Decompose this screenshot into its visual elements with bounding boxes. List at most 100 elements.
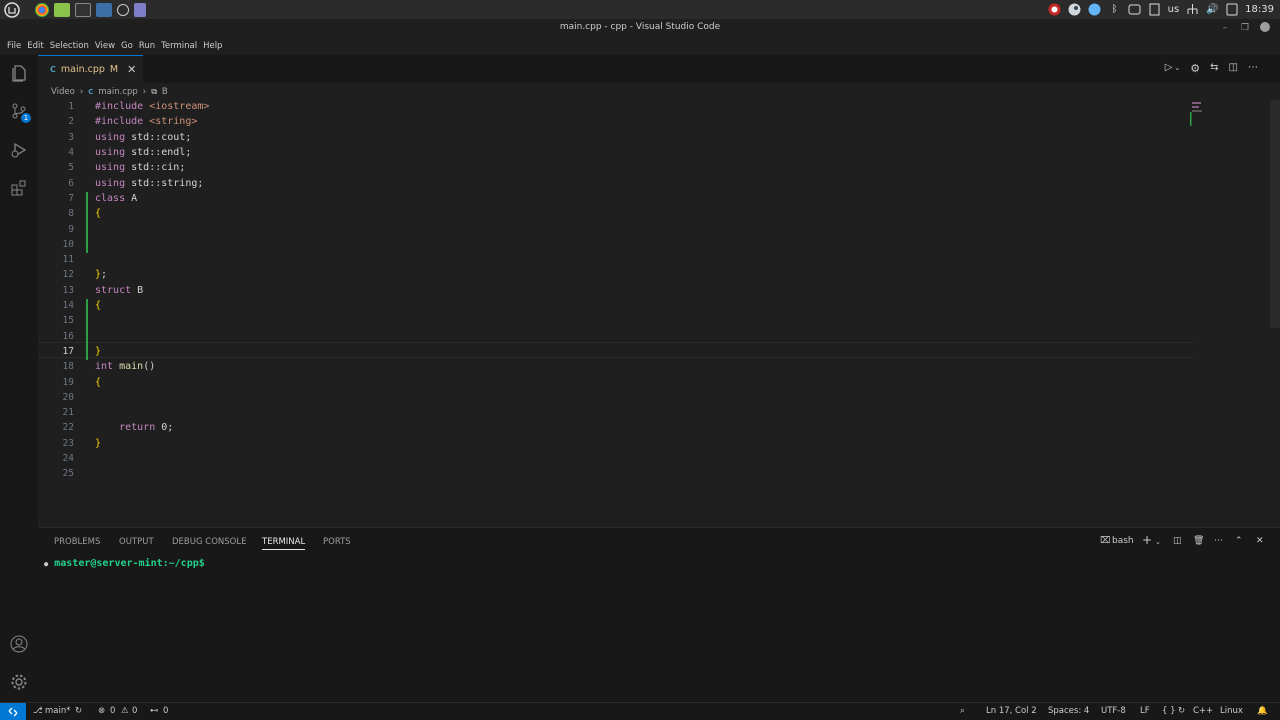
network-icon[interactable] — [1185, 3, 1199, 17]
chrome-icon[interactable] — [35, 2, 49, 17]
code-line[interactable]: 2 #include <string> — [38, 114, 1188, 129]
steam-icon[interactable] — [1068, 3, 1082, 17]
zoom-icon[interactable]: ⌕ — [960, 706, 965, 716]
terminal-output[interactable]: ● master@server-mint:~/cpp$ — [44, 558, 205, 569]
code-line[interactable]: 7 class A — [38, 191, 1188, 206]
terminal-app-icon[interactable] — [75, 2, 91, 17]
code-editor[interactable]: 1 #include <iostream> 2 #include <string> 3 u… — [38, 99, 1270, 525]
split-terminal-icon[interactable]: ◫ — [1173, 536, 1182, 546]
code-line[interactable]: 14 { — [38, 298, 1188, 313]
code-line[interactable]: 6 using std::string; — [38, 176, 1188, 191]
code-line[interactable]: 3 using std::cout; — [38, 130, 1188, 145]
tab-problems[interactable]: PROBLEMS — [54, 537, 100, 547]
kill-terminal-icon[interactable]: 🗑 — [1193, 536, 1204, 546]
cursor-position[interactable]: Ln 17, Col 2 — [986, 706, 1037, 716]
tab-ports[interactable]: PORTS — [323, 537, 351, 547]
end-of-line[interactable]: LF — [1140, 706, 1150, 716]
close-window-button[interactable] — [1258, 21, 1272, 35]
close-panel-icon[interactable]: ✕ — [1256, 536, 1264, 546]
update-icon[interactable] — [1088, 3, 1102, 17]
maximize-button[interactable]: ❐ — [1238, 21, 1252, 35]
menu-help[interactable]: Help — [200, 41, 225, 51]
menu-selection[interactable]: Selection — [47, 41, 92, 51]
encoding[interactable]: UTF-8 — [1101, 706, 1126, 716]
code-line[interactable]: 16 — [38, 329, 1188, 344]
warning-count[interactable]: 0 — [132, 706, 137, 716]
notification-icon[interactable] — [1225, 3, 1239, 17]
settings-gear-icon[interactable]: ⚙ — [1190, 62, 1200, 75]
maximize-panel-icon[interactable]: ⌃ — [1235, 536, 1243, 546]
code-line[interactable]: 22 return 0; — [38, 420, 1188, 435]
explorer-icon[interactable] — [9, 63, 29, 83]
split-editor-icon[interactable]: ◫ — [1229, 62, 1238, 75]
run-dropdown-icon[interactable]: ⌄ — [1174, 64, 1180, 75]
code-line[interactable]: 4 using std::endl; — [38, 145, 1188, 160]
vscode-app-icon[interactable] — [96, 2, 112, 17]
run-debug-icon[interactable] — [9, 140, 29, 160]
indentation[interactable]: Spaces: 4 — [1048, 706, 1089, 716]
keyboard-layout[interactable]: us — [1168, 4, 1180, 15]
ports-count[interactable]: 0 — [163, 706, 168, 716]
obs-icon[interactable] — [117, 3, 129, 16]
new-terminal-icon[interactable]: + — [1142, 533, 1152, 547]
breadcrumb-folder[interactable]: Video — [51, 87, 75, 97]
minimize-button[interactable]: – — [1218, 21, 1232, 35]
tab-output[interactable]: OUTPUT — [119, 537, 154, 547]
bluetooth-icon[interactable]: ᛒ — [1108, 3, 1122, 17]
code-line[interactable]: 21 — [38, 405, 1188, 420]
code-line[interactable]: 24 — [38, 451, 1188, 466]
close-tab-icon[interactable]: ✕ — [127, 63, 136, 76]
extensions-icon[interactable] — [9, 178, 29, 198]
code-line[interactable]: 5 using std::cin; — [38, 160, 1188, 175]
menu-view[interactable]: View — [92, 41, 118, 51]
code-line[interactable]: 19 { — [38, 374, 1188, 389]
menu-run[interactable]: Run — [136, 41, 158, 51]
error-count[interactable]: 0 — [110, 706, 115, 716]
text-editor-icon[interactable] — [134, 2, 146, 17]
language-mode[interactable]: C++ — [1193, 706, 1213, 716]
clock[interactable]: 18:39 — [1245, 4, 1274, 15]
clipboard-icon[interactable] — [1148, 3, 1162, 17]
branch-name[interactable]: main* — [45, 706, 71, 716]
record-icon[interactable] — [1048, 3, 1062, 17]
code-line[interactable]: 1 #include <iostream> — [38, 99, 1188, 114]
code-line[interactable]: 12}; — [38, 267, 1188, 282]
tab-main-cpp[interactable]: C main.cpp M ✕ — [38, 55, 143, 83]
wifi-icon[interactable] — [1128, 3, 1142, 17]
files-icon[interactable] — [54, 2, 70, 17]
shell-name[interactable]: bash — [1112, 536, 1134, 546]
braces-icon[interactable]: { } — [1162, 706, 1176, 716]
compare-changes-icon[interactable]: ⇆ — [1210, 62, 1218, 75]
breadcrumb-file[interactable]: main.cpp — [98, 87, 137, 97]
accounts-icon[interactable] — [9, 634, 29, 654]
sync-status-icon[interactable]: ↻ — [1178, 706, 1185, 716]
code-line[interactable]: 20 — [38, 390, 1188, 405]
code-line[interactable]: 25 — [38, 466, 1188, 481]
code-line[interactable]: 23} — [38, 436, 1188, 451]
code-line[interactable]: 18 int main() — [38, 359, 1188, 374]
code-line[interactable]: 10 — [38, 237, 1188, 252]
remote-indicator[interactable] — [0, 703, 26, 720]
tab-debug-console[interactable]: DEBUG CONSOLE — [172, 537, 246, 547]
code-line[interactable]: 8{ — [38, 206, 1188, 221]
minimap[interactable] — [1190, 100, 1206, 130]
code-line[interactable]: 17} — [38, 344, 1188, 359]
menu-file[interactable]: File — [4, 41, 24, 51]
volume-icon[interactable]: 🔊 — [1205, 3, 1219, 17]
more-panel-actions-icon[interactable]: ⋯ — [1214, 536, 1223, 546]
mint-menu-icon[interactable] — [3, 1, 21, 19]
breadcrumb-symbol[interactable]: B — [162, 87, 168, 97]
code-line[interactable]: 13 struct B — [38, 283, 1188, 298]
tab-terminal[interactable]: TERMINAL — [262, 537, 306, 550]
notifications-bell-icon[interactable]: 🔔 — [1257, 706, 1268, 716]
more-actions-icon[interactable]: ⋯ — [1248, 62, 1258, 75]
run-file-icon[interactable]: ▷ — [1165, 62, 1173, 75]
editor-scrollbar[interactable] — [1270, 100, 1280, 328]
terminal-dropdown-icon[interactable]: ⌄ — [1155, 538, 1161, 546]
code-line[interactable]: 15 — [38, 313, 1188, 328]
code-line[interactable]: 9 — [38, 221, 1188, 236]
code-line[interactable]: 11 — [38, 252, 1188, 267]
menu-go[interactable]: Go — [118, 41, 136, 51]
sync-icon[interactable]: ↻ — [75, 706, 82, 716]
menu-terminal[interactable]: Terminal — [158, 41, 200, 51]
